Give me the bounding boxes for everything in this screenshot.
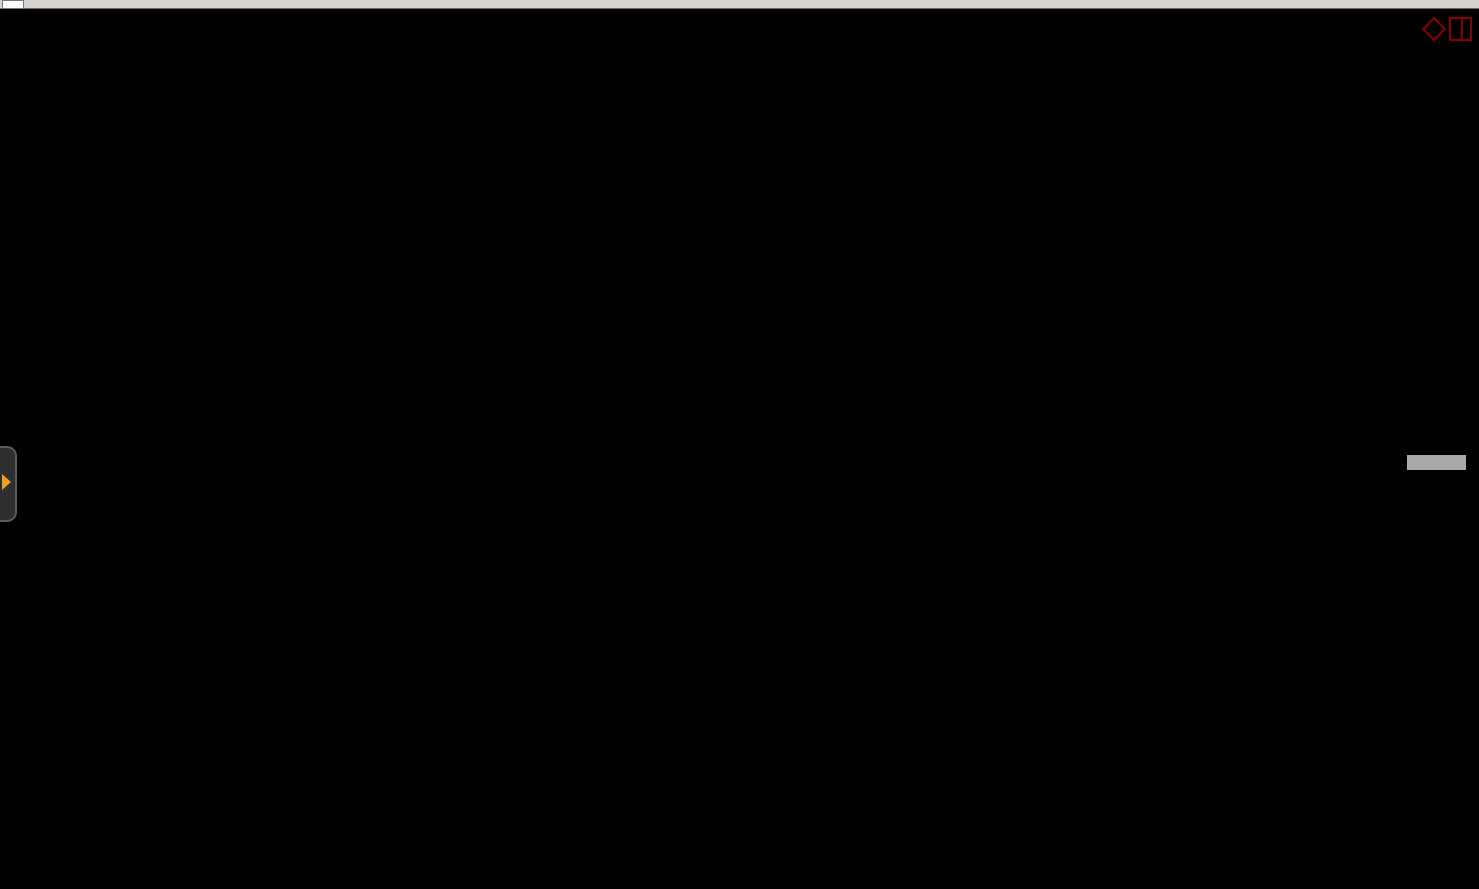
chart-canvas[interactable]	[0, 0, 1479, 889]
expand-arrow-icon	[2, 474, 11, 490]
volume-header	[2, 543, 32, 560]
sidebar-expand-tab[interactable]	[0, 446, 17, 522]
kdj-header	[2, 714, 42, 731]
last-price-tag	[1407, 455, 1466, 470]
main-chart-header	[2, 19, 62, 39]
diamond-icon[interactable]	[1422, 16, 1446, 42]
split-panes-icon[interactable]	[1449, 16, 1473, 42]
app-window	[0, 0, 1479, 889]
